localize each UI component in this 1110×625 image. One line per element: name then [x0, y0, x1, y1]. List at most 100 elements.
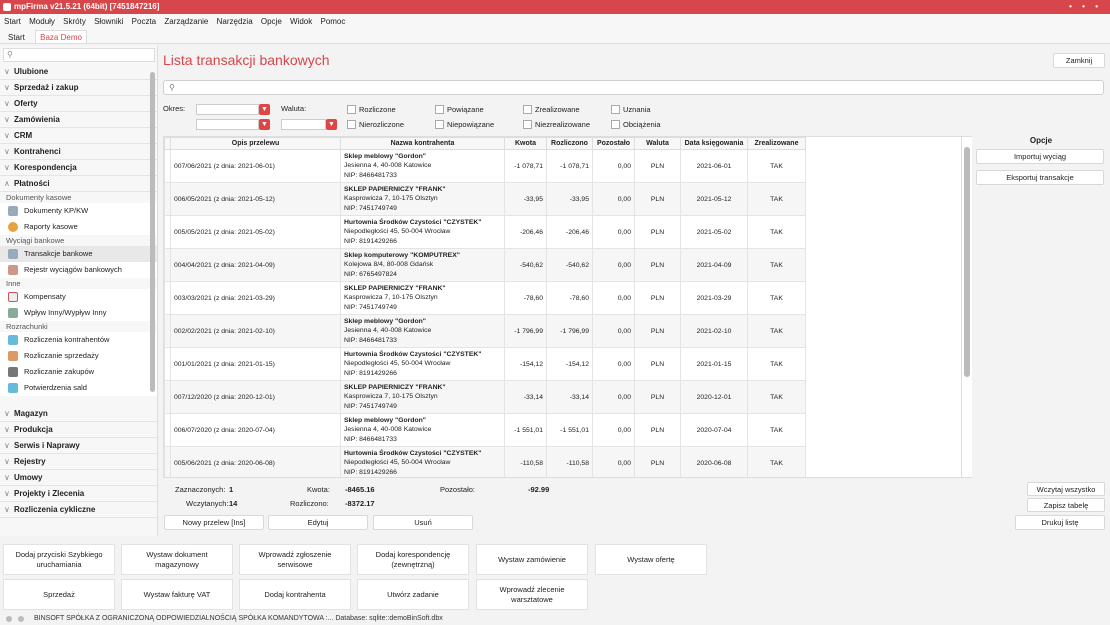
save-table-button[interactable]: Zapisz tabelę: [1027, 498, 1105, 512]
load-all-button[interactable]: Wczytaj wszystko: [1027, 482, 1105, 496]
checkbox-uznania[interactable]: Uznania: [611, 105, 651, 114]
sidebar-item-rozliczanie-zakupow[interactable]: Rozliczanie zakupów: [0, 364, 157, 380]
import-statement-button[interactable]: Importuj wyciąg: [976, 149, 1104, 164]
tab-start[interactable]: Start: [4, 31, 29, 44]
window-controls[interactable]: • • •: [1069, 0, 1102, 14]
quick-add-shortcuts-button[interactable]: Dodaj przyciski Szybkiego uruchamiania: [3, 544, 115, 575]
quick-add-contractor-button[interactable]: Dodaj kontrahenta: [239, 579, 351, 610]
sidebar-section-zamowienia[interactable]: ∨ Zamówienia: [0, 112, 157, 128]
export-transactions-button[interactable]: Eksportuj transakcje: [976, 170, 1104, 185]
sidebar-section-magazyn[interactable]: ∨ Magazyn: [0, 406, 157, 422]
table-row[interactable]: 004/04/2021 (z dnia: 2021-04-09) Sklep ko…: [164, 248, 806, 282]
okres-from-select[interactable]: ▼: [196, 104, 270, 115]
sidebar-section-korespondencja[interactable]: ∨ Korespondencja: [0, 160, 157, 176]
checkbox-powiazane[interactable]: Powiązane: [435, 105, 484, 114]
transactions-search-input[interactable]: ⚲: [163, 80, 1104, 95]
menu-narzedzia[interactable]: Narzędzia: [217, 17, 253, 26]
sidebar-item-rejestr-wyciagow[interactable]: Rejestr wyciągów bankowych: [0, 262, 157, 278]
sidebar-item-kompensaty[interactable]: Kompensaty: [0, 289, 157, 305]
column-header-nazwa[interactable]: Nazwa kontrahenta: [340, 137, 505, 150]
menu-widok[interactable]: Widok: [290, 17, 312, 26]
sidebar-item-potwierdzenia-sald[interactable]: Potwierdzenia sald: [0, 380, 157, 396]
sidebar-section-ulubione[interactable]: ∨ Ulubione: [0, 64, 157, 80]
cell-pozostalo: 0,00: [592, 380, 635, 414]
sidebar-item-rozliczenia-kontrahentow[interactable]: Rozliczenia kontrahentów: [0, 332, 157, 348]
sidebar-section-umowy[interactable]: ∨ Umowy: [0, 470, 157, 486]
quick-add-correspondence-button[interactable]: Dodaj korespondencję (zewnętrzną): [357, 544, 469, 575]
menu-start[interactable]: Start: [4, 17, 21, 26]
table-row[interactable]: 007/12/2020 (z dnia: 2020-12-01) SKLEP PA…: [164, 380, 806, 414]
sidebar-section-kontrahenci[interactable]: ∨ Kontrahenci: [0, 144, 157, 160]
checkbox-nierozliczone[interactable]: Nierozliczone: [347, 120, 404, 129]
column-header-opis[interactable]: Opis przelewu: [170, 137, 341, 150]
sidebar-item-dokumenty-kp-kw[interactable]: Dokumenty KP/KW: [0, 203, 157, 219]
new-transfer-button[interactable]: Nowy przelew [Ins]: [164, 515, 264, 530]
sidebar-section-rozliczenia-cykliczne[interactable]: ∨ Rozliczenia cykliczne: [0, 502, 157, 518]
sidebar-section-serwis[interactable]: ∨ Serwis i Naprawy: [0, 438, 157, 454]
table-row[interactable]: 001/01/2021 (z dnia: 2021-01-15) Hurtowni…: [164, 347, 806, 381]
menu-opcje[interactable]: Opcje: [261, 17, 282, 26]
column-header-rozliczono[interactable]: Rozliczono: [546, 137, 593, 150]
column-header-data[interactable]: Data księgowania: [680, 137, 748, 150]
menu-pomoc[interactable]: Pomoc: [320, 17, 345, 26]
sidebar-section-rejestry[interactable]: ∨ Rejestry: [0, 454, 157, 470]
table-row[interactable]: 002/02/2021 (z dnia: 2021-02-10) Sklep me…: [164, 314, 806, 348]
menu-poczta[interactable]: Poczta: [132, 17, 156, 26]
chevron-down-icon[interactable]: ▼: [259, 104, 270, 115]
table-row[interactable]: 003/03/2021 (z dnia: 2021-03-29) SKLEP PA…: [164, 281, 806, 315]
quick-workshop-order-button[interactable]: Wprowadź zlecenie warsztatowe: [476, 579, 588, 610]
print-list-button[interactable]: Drukuj listę: [1015, 515, 1105, 530]
cell-kwota: -110,58: [504, 446, 547, 477]
checkbox-obciazenia[interactable]: Obciążenia: [611, 120, 661, 129]
quick-vat-invoice-button[interactable]: Wystaw fakturę VAT: [121, 579, 233, 610]
scrollbar-thumb[interactable]: [964, 147, 970, 377]
chevron-down-icon[interactable]: ▼: [259, 119, 270, 130]
sidebar-search-input[interactable]: ⚲: [3, 48, 155, 62]
sidebar-item-transakcje-bankowe[interactable]: Transakcje bankowe: [0, 246, 157, 262]
table-row[interactable]: 005/06/2021 (z dnia: 2020-06-08) Hurtowni…: [164, 446, 806, 477]
checkbox-niezrealizowane[interactable]: Niezrealizowane: [523, 120, 590, 129]
menu-moduly[interactable]: Moduły: [29, 17, 55, 26]
column-header-zrealizowane[interactable]: Zrealizowane: [747, 137, 806, 150]
scrollbar-thumb[interactable]: [150, 72, 155, 392]
table-row[interactable]: 006/05/2021 (z dnia: 2021-05-12) SKLEP PA…: [164, 182, 806, 216]
edit-button[interactable]: Edytuj: [268, 515, 368, 530]
quick-service-request-button[interactable]: Wprowadź zgłoszenie serwisowe: [239, 544, 351, 575]
quick-issue-order-button[interactable]: Wystaw zamówienie: [476, 544, 588, 575]
quick-warehouse-doc-button[interactable]: Wystaw dokument magazynowy: [121, 544, 233, 575]
sidebar-section-produkcja[interactable]: ∨ Produkcja: [0, 422, 157, 438]
delete-button[interactable]: Usuń: [373, 515, 473, 530]
sidebar-section-oferty[interactable]: ∨ Oferty: [0, 96, 157, 112]
waluta-select[interactable]: ▼: [281, 119, 337, 130]
sidebar-section-sprzedaz[interactable]: ∨ Sprzedaż i zakup: [0, 80, 157, 96]
sidebar-section-platnosci[interactable]: ∧ Płatności: [0, 176, 157, 192]
table-scrollbar[interactable]: [962, 136, 972, 478]
menu-slowniki[interactable]: Słowniki: [94, 17, 123, 26]
close-button[interactable]: Zamknij: [1053, 53, 1105, 68]
chevron-icon: ∨: [4, 473, 10, 482]
sidebar-item-rozliczanie-sprzedazy[interactable]: Rozliczanie sprzedaży: [0, 348, 157, 364]
contractor-address: Niepodległości 45, 50-004 Wrocław: [344, 459, 451, 467]
sidebar-section-projekty[interactable]: ∨ Projekty i Zlecenia: [0, 486, 157, 502]
sidebar-item-raporty-kasowe[interactable]: Raporty kasowe: [0, 219, 157, 235]
column-header-pozostalo[interactable]: Pozostało: [592, 137, 635, 150]
quick-issue-offer-button[interactable]: Wystaw ofertę: [595, 544, 707, 575]
checkbox-zrealizowane[interactable]: Zrealizowane: [523, 105, 580, 114]
quick-sales-button[interactable]: Sprzedaż: [3, 579, 115, 610]
sidebar-item-wplyw-inny[interactable]: Wpływ Inny/Wypływ Inny: [0, 305, 157, 321]
table-row[interactable]: 006/07/2020 (z dnia: 2020-07-04) Sklep me…: [164, 413, 806, 447]
okres-to-select[interactable]: ▼: [196, 119, 270, 130]
menu-zarzadzanie[interactable]: Zarządzanie: [164, 17, 208, 26]
checkbox-rozliczone[interactable]: Rozliczone: [347, 105, 396, 114]
table-row[interactable]: 007/06/2021 (z dnia: 2021-06-01) Sklep me…: [164, 149, 806, 183]
table-row[interactable]: 005/05/2021 (z dnia: 2021-05-02) Hurtowni…: [164, 215, 806, 249]
quick-create-task-button[interactable]: Utwórz zadanie: [357, 579, 469, 610]
column-header-kwota[interactable]: Kwota: [504, 137, 547, 150]
chevron-down-icon[interactable]: ▼: [326, 119, 337, 130]
menu-skroty[interactable]: Skróty: [63, 17, 86, 26]
sidebar-section-crm[interactable]: ∨ CRM: [0, 128, 157, 144]
tab-baza-demo[interactable]: Baza Demo: [35, 30, 87, 43]
sidebar-scrollbar[interactable]: [149, 58, 156, 536]
checkbox-niepowiazane[interactable]: Niepowiązane: [435, 120, 494, 129]
column-header-waluta[interactable]: Waluta: [634, 137, 681, 150]
